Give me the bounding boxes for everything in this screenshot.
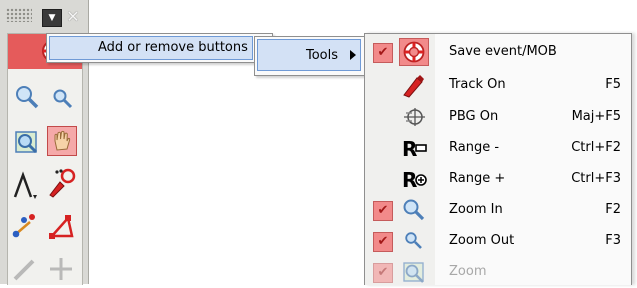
- tools-menu-item[interactable]: Tools: [257, 39, 361, 71]
- check-icon: ✔: [373, 201, 393, 221]
- menu-item-shortcut: Ctrl+F2: [571, 140, 621, 155]
- add-remove-buttons-menu-item[interactable]: Add or remove buttons: [49, 36, 253, 60]
- toolbar-track-on-button[interactable]: [46, 168, 76, 198]
- menu-item-label: PBG On: [449, 109, 499, 124]
- track-pen-icon: [49, 168, 76, 198]
- menu-item-shortcut: Ctrl+F3: [571, 171, 621, 186]
- toolbar-route-button[interactable]: [10, 212, 40, 242]
- zoom-in-icon: [16, 86, 39, 109]
- lifebuoy-icon: [399, 38, 429, 66]
- toolbar-ruler-button[interactable]: [10, 254, 40, 284]
- drag-grip-icon[interactable]: [6, 8, 32, 22]
- zoom-window-icon: [399, 258, 429, 286]
- range-plus-icon: R: [399, 165, 429, 193]
- toolbar-move-button[interactable]: [46, 254, 76, 284]
- check-icon: ✔: [373, 43, 393, 63]
- svg-text:R: R: [402, 137, 417, 160]
- triangle-route-icon: [49, 215, 74, 239]
- menu-item-label: Range +: [449, 171, 506, 186]
- move-arrows-icon: [50, 258, 72, 280]
- toolbar-body: [7, 33, 83, 285]
- zoom-in-icon: [399, 196, 429, 224]
- menu-item-zoom-out[interactable]: ✔ Zoom Out F3: [365, 226, 631, 257]
- check-icon: ✔: [373, 263, 393, 283]
- track-pen-icon: [399, 71, 429, 99]
- toolbar-zoom-in-button[interactable]: [12, 82, 42, 112]
- toolbar-zoom-out-button[interactable]: [48, 84, 78, 114]
- toolbar-pan-button[interactable]: [47, 126, 77, 156]
- zoom-window-icon: [15, 131, 38, 154]
- menu-item-zoom: ✔ Zoom: [365, 257, 631, 288]
- angle-tool-icon: [13, 171, 37, 199]
- tools-label: Tools: [306, 48, 339, 63]
- hand-icon: [54, 130, 71, 151]
- menu-item-range-minus[interactable]: R Range - Ctrl+F2: [365, 133, 631, 164]
- menu-item-zoom-in[interactable]: ✔ Zoom In F2: [365, 195, 631, 226]
- toolbar-triangle-route-button[interactable]: [46, 212, 76, 242]
- menu-item-shortcut: Maj+F5: [571, 109, 621, 124]
- menu-item-label: Zoom In: [449, 202, 503, 217]
- menu-item-shortcut: F2: [605, 202, 621, 217]
- menu-item-label: Save event/MOB: [449, 44, 557, 59]
- menu-item-label: Track On: [449, 77, 506, 92]
- menu-item-track-on[interactable]: Track On F5: [365, 70, 631, 101]
- menu-item-range-plus[interactable]: R Range + Ctrl+F3: [365, 164, 631, 195]
- menu-item-label: Zoom: [449, 264, 487, 279]
- close-icon[interactable]: ✕: [64, 8, 82, 26]
- toolbar-zoom-window-button[interactable]: [11, 127, 41, 157]
- menu-item-shortcut: F5: [605, 77, 621, 92]
- route-points-icon: [12, 214, 35, 238]
- check-icon: ✔: [373, 232, 393, 252]
- zoom-out-icon: [399, 227, 429, 255]
- menu-item-label: Zoom Out: [449, 233, 515, 248]
- toolbar-options-menu: Add or remove buttons: [46, 33, 273, 63]
- menu-item-label: Range -: [449, 140, 500, 155]
- svg-text:R: R: [402, 168, 417, 191]
- zoom-out-icon: [53, 89, 73, 109]
- toolbars-submenu: Tools: [254, 36, 366, 76]
- add-remove-buttons-label: Add or remove buttons: [98, 40, 248, 55]
- toolbar-track-tool-button[interactable]: [10, 171, 40, 201]
- tools-buttons-menu: ✔ Save event/MOB Track On F5 PBG On Maj+…: [364, 33, 632, 285]
- toolbar-titlebar[interactable]: ▼ ✕: [0, 0, 88, 28]
- menu-item-save-event[interactable]: ✔ Save event/MOB: [365, 37, 631, 68]
- toolbar-options-dropdown-icon[interactable]: ▼: [42, 9, 62, 27]
- pbg-target-icon: [399, 103, 429, 131]
- ruler-pen-icon: [13, 259, 35, 281]
- menu-item-pbg-on[interactable]: PBG On Maj+F5: [365, 102, 631, 133]
- range-minus-icon: R: [399, 134, 429, 162]
- submenu-arrow-icon: [350, 50, 356, 60]
- menu-item-shortcut: F3: [605, 233, 621, 248]
